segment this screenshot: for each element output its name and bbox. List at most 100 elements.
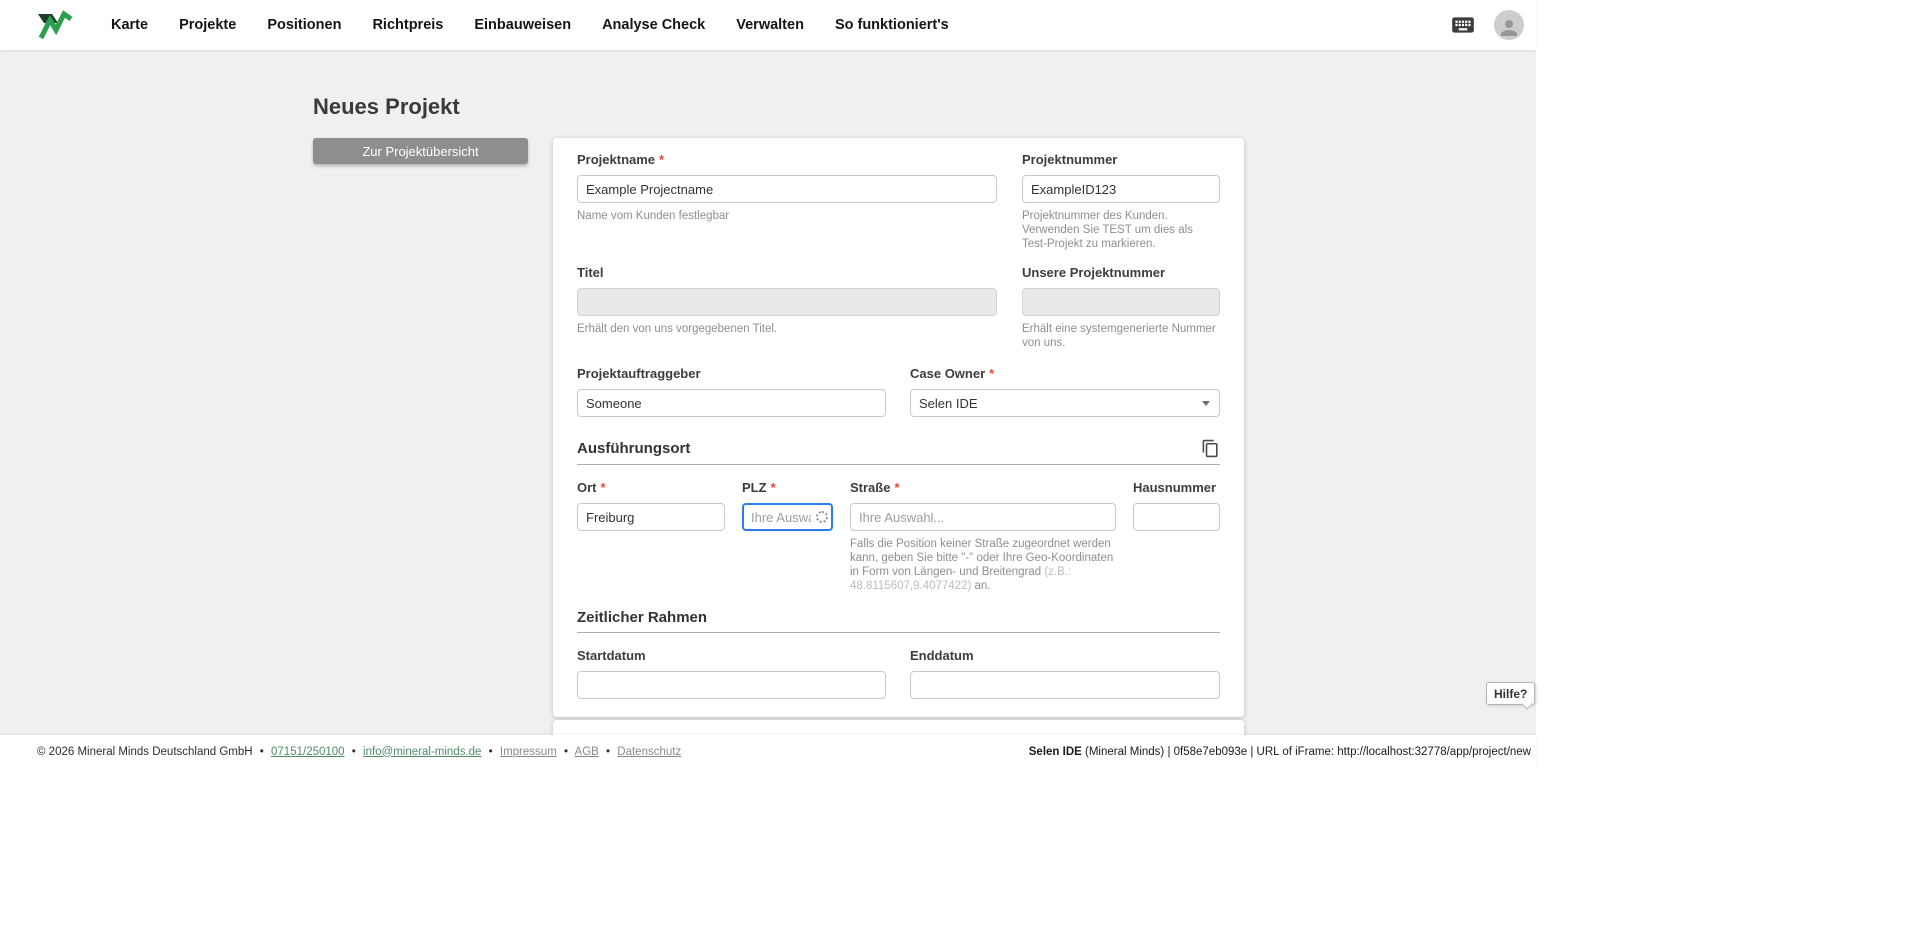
footer-separator: •: [351, 745, 356, 758]
impressum-link[interactable]: Impressum: [500, 746, 557, 758]
nav-item-richtpreis[interactable]: Richtpreis: [372, 17, 443, 33]
required-asterisk: *: [600, 480, 606, 495]
user-avatar[interactable]: [1494, 10, 1524, 40]
loading-spinner-icon: [816, 511, 828, 523]
projektname-label: Projektname: [577, 152, 656, 167]
titel-label-row: Titel: [577, 265, 997, 281]
unsere-projektnummer-field: Unsere Projektnummer Erhält eine systemg…: [1022, 265, 1220, 350]
hausnummer-label-row: Hausnummer: [1133, 480, 1220, 496]
next-card-preview: [553, 720, 1244, 735]
ort-label: Ort: [577, 480, 597, 495]
chevron-down-icon: [1202, 401, 1210, 406]
projektname-field: Projektname * Name vom Kunden festlegbar: [577, 152, 997, 251]
page-title: Neues Projekt: [313, 94, 460, 119]
mineral-minds-logo[interactable]: [37, 9, 75, 41]
case-owner-select[interactable]: Selen IDE: [910, 389, 1220, 417]
agb-link[interactable]: AGB: [575, 746, 599, 758]
projektname-input[interactable]: [577, 175, 997, 203]
enddatum-label-row: Enddatum: [910, 648, 1220, 664]
projektnummer-helper: Projektnummer des Kunden. Verwenden Sie …: [1022, 210, 1193, 250]
nav-right-actions: [1450, 10, 1524, 40]
hausnummer-input[interactable]: [1133, 503, 1220, 531]
top-navigation: Karte Projekte Positionen Richtpreis Ein…: [0, 0, 1536, 50]
ort-field: Ort *: [577, 480, 725, 593]
unsere-projektnummer-input: [1022, 288, 1220, 316]
zeitlicher-rahmen-heading: Zeitlicher Rahmen: [577, 609, 708, 626]
form-row-titel-unsere-nummer: Titel Erhält den von uns vorgegebenen Ti…: [577, 265, 1220, 350]
footer-separator: •: [259, 745, 264, 758]
form-row-auftraggeber-caseowner: Projektauftraggeber Case Owner * Selen I…: [577, 366, 1220, 417]
case-owner-label: Case Owner: [910, 366, 986, 381]
unsere-projektnummer-label-row: Unsere Projektnummer: [1022, 265, 1220, 281]
required-asterisk: *: [770, 480, 776, 495]
footer-session-info: Selen IDE (Mineral Minds) | 0f58e7eb093e…: [1029, 746, 1531, 758]
nav-item-karte[interactable]: Karte: [111, 17, 148, 33]
ausfuehrungsort-heading: Ausführungsort: [577, 440, 691, 457]
nav-item-verwalten[interactable]: Verwalten: [736, 17, 804, 33]
session-user-name: Selen IDE: [1028, 745, 1082, 758]
strasse-field: Straße * Falls die Position keiner Straß…: [850, 480, 1116, 593]
projektauftraggeber-field: Projektauftraggeber: [577, 366, 886, 417]
required-asterisk: *: [659, 152, 665, 167]
enddatum-input[interactable]: [910, 671, 1220, 699]
nav-item-einbauweisen[interactable]: Einbauweisen: [474, 17, 571, 33]
plz-label-row: PLZ *: [742, 480, 833, 496]
projektauftraggeber-label-row: Projektauftraggeber: [577, 366, 886, 382]
ort-input[interactable]: [577, 503, 725, 531]
datenschutz-link[interactable]: Datenschutz: [617, 746, 681, 758]
keyboard-icon[interactable]: [1450, 12, 1476, 38]
copy-address-button[interactable]: [1201, 439, 1220, 458]
email-link[interactable]: info@mineral-minds.de: [363, 746, 481, 758]
startdatum-label: Startdatum: [577, 648, 646, 663]
hausnummer-label: Hausnummer: [1133, 480, 1217, 495]
case-owner-label-row: Case Owner *: [910, 366, 1220, 382]
footer-left: © 2026 Mineral Minds Deutschland GmbH • …: [37, 746, 681, 758]
strasse-helper: Falls die Position keiner Straße zugeord…: [850, 537, 1116, 593]
projektnummer-field: Projektnummer Projektnummer des Kunden. …: [1022, 152, 1220, 251]
plz-label: PLZ: [742, 480, 767, 495]
form-row-address: Ort * PLZ * S: [577, 480, 1220, 593]
enddatum-label: Enddatum: [910, 648, 974, 663]
startdatum-field: Startdatum: [577, 648, 886, 699]
startdatum-label-row: Startdatum: [577, 648, 886, 664]
startdatum-input[interactable]: [577, 671, 886, 699]
strasse-helper-suffix: an.: [971, 580, 991, 592]
case-owner-field: Case Owner * Selen IDE: [910, 366, 1220, 417]
new-project-form-card: Projektname * Name vom Kunden festlegbar…: [553, 138, 1244, 717]
phone-link[interactable]: 07151/250100: [271, 746, 345, 758]
form-row-dates: Startdatum Enddatum: [577, 648, 1220, 699]
nav-item-projekte[interactable]: Projekte: [179, 17, 236, 33]
nav-item-so-funktionierts[interactable]: So funktioniert's: [835, 17, 949, 33]
nav-item-analyse-check[interactable]: Analyse Check: [602, 17, 705, 33]
form-row-name-number: Projektname * Name vom Kunden festlegbar…: [577, 152, 1220, 251]
strasse-label: Straße: [850, 480, 891, 495]
projektnummer-input[interactable]: [1022, 175, 1220, 203]
session-details: (Mineral Minds) | 0f58e7eb093e | URL of …: [1081, 745, 1531, 758]
help-button[interactable]: Hilfe?: [1486, 682, 1536, 705]
titel-helper: Erhält den von uns vorgegebenen Titel.: [577, 323, 778, 335]
section-zeitlicher-rahmen: Zeitlicher Rahmen: [577, 609, 1220, 633]
copyright-text: © 2026 Mineral Minds Deutschland GmbH: [37, 745, 253, 758]
footer-separator: •: [488, 745, 493, 758]
nav-links: Karte Projekte Positionen Richtpreis Ein…: [111, 17, 949, 33]
strasse-input[interactable]: [850, 503, 1116, 531]
titel-label: Titel: [577, 265, 604, 280]
required-asterisk: *: [894, 480, 900, 495]
footer-separator: •: [563, 745, 568, 758]
titel-input: [577, 288, 997, 316]
projektauftraggeber-label: Projektauftraggeber: [577, 366, 701, 381]
titel-field: Titel Erhält den von uns vorgegebenen Ti…: [577, 265, 997, 350]
section-ausfuehrungsort: Ausführungsort: [577, 439, 1220, 465]
projektauftraggeber-input[interactable]: [577, 389, 886, 417]
copy-icon: [1202, 439, 1218, 458]
ort-label-row: Ort *: [577, 480, 725, 496]
app-window: Karte Projekte Positionen Richtpreis Ein…: [0, 0, 1536, 768]
strasse-helper-text: Falls die Position keiner Straße zugeord…: [850, 538, 1114, 578]
footer-separator: •: [606, 745, 611, 758]
hausnummer-field: Hausnummer: [1133, 480, 1220, 593]
plz-input-wrap: [742, 503, 833, 531]
logo-icon: [38, 10, 73, 40]
required-asterisk: *: [989, 366, 995, 381]
nav-item-positionen[interactable]: Positionen: [267, 17, 341, 33]
project-overview-button[interactable]: Zur Projektübersicht: [313, 138, 528, 164]
